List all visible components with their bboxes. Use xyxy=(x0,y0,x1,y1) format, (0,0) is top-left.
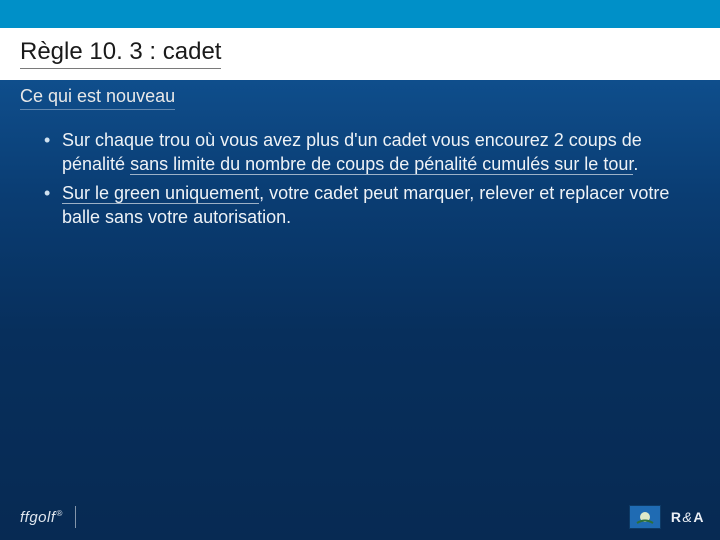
bullet-text-underline: Sur le green uniquement xyxy=(62,183,259,204)
bullet-text-underline: sans limite du nombre de coups de pénali… xyxy=(130,154,633,175)
footer-right: R&A xyxy=(629,505,704,529)
list-item: Sur chaque trou où vous avez plus d'un c… xyxy=(44,128,684,177)
ffgolf-logo-text: ffgolf xyxy=(20,509,56,526)
slide: Règle 10. 3 : cadet Ce qui est nouveau S… xyxy=(0,0,720,540)
ra-logo: R&A xyxy=(671,509,704,525)
slide-body: Ce qui est nouveau Sur chaque trou où vo… xyxy=(0,80,720,540)
slide-title: Règle 10. 3 : cadet xyxy=(20,38,221,69)
bullet-list: Sur chaque trou où vous avez plus d'un c… xyxy=(44,128,684,233)
bullet-text-post: . xyxy=(633,154,638,174)
divider xyxy=(75,506,76,528)
top-accent-bar xyxy=(0,0,720,28)
footer: ffgolf® R&A xyxy=(0,500,720,540)
golf-badge-icon xyxy=(629,505,661,529)
list-item: Sur le green uniquement, votre cadet peu… xyxy=(44,181,684,230)
ffgolf-logo: ffgolf® xyxy=(20,509,63,526)
subtitle: Ce qui est nouveau xyxy=(20,86,175,110)
footer-left: ffgolf® xyxy=(20,506,76,528)
